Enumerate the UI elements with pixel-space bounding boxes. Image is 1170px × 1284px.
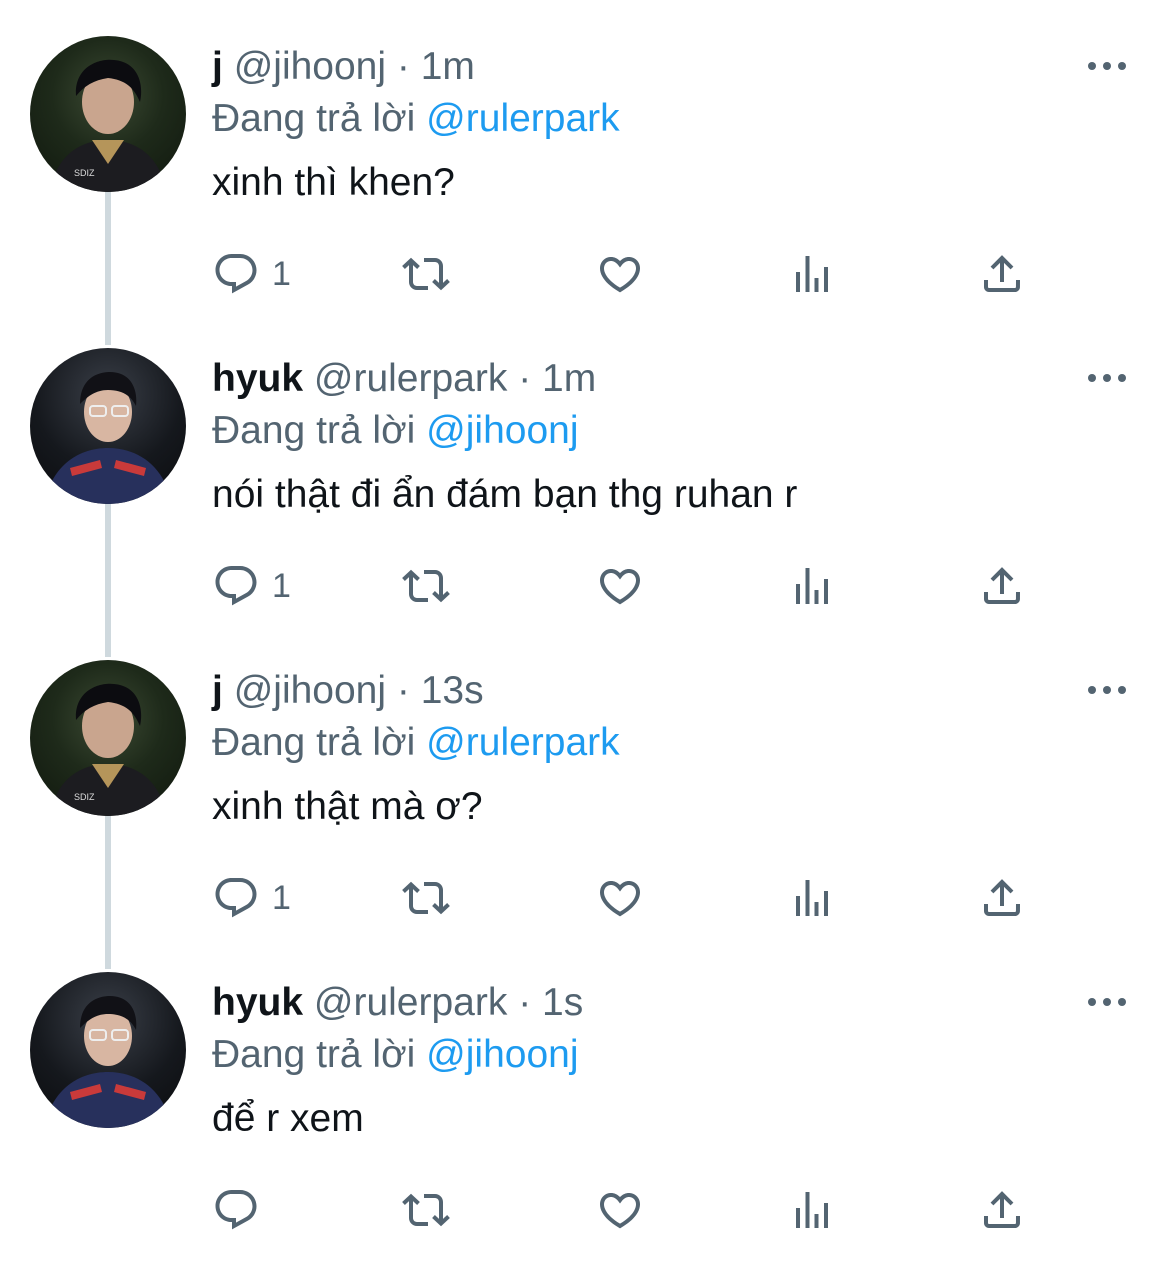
replying-to-label: Đang trả lời (212, 1033, 416, 1076)
tweet-header: j @jihoonj · 13s (212, 668, 484, 714)
share-button[interactable] (978, 244, 1026, 304)
reply-count: 1 (272, 254, 291, 293)
reply-count: 1 (272, 878, 291, 917)
share-button[interactable] (978, 556, 1026, 616)
svg-text:SDIZ: SDIZ (74, 168, 95, 178)
tweet-text: để r xem (212, 1097, 364, 1140)
views-icon (788, 562, 836, 610)
replying-to: Đang trả lời @jihoonj (212, 1032, 579, 1078)
mention-link[interactable]: @jihoonj (426, 1033, 578, 1076)
more-button[interactable] (1086, 56, 1128, 76)
share-button[interactable] (978, 1180, 1026, 1240)
more-icon (1088, 374, 1126, 382)
heart-icon (596, 250, 644, 298)
views-icon (788, 250, 836, 298)
retweet-icon (402, 1186, 450, 1234)
retweet-button[interactable] (402, 556, 450, 616)
more-icon (1088, 998, 1126, 1006)
reply-icon (212, 874, 260, 922)
reply-button[interactable]: 1 (212, 556, 291, 616)
retweet-button[interactable] (402, 1180, 450, 1240)
share-icon (978, 250, 1026, 298)
timestamp[interactable]: · 1m (397, 45, 475, 88)
views-button[interactable] (788, 556, 836, 616)
tweet-header: hyuk @rulerpark · 1s (212, 980, 583, 1026)
reply-icon (212, 562, 260, 610)
tweet[interactable]: SDIZ j @jihoonj · 13s Đang trả lời @rule… (0, 660, 1170, 972)
timestamp[interactable]: · 1m (518, 357, 596, 400)
user-handle[interactable]: @rulerpark (314, 357, 507, 400)
timestamp[interactable]: · 13s (397, 669, 484, 712)
avatar[interactable] (30, 348, 186, 504)
more-button[interactable] (1086, 680, 1128, 700)
reply-icon (212, 1186, 260, 1234)
retweet-icon (402, 250, 450, 298)
mention-link[interactable]: @rulerpark (426, 721, 619, 764)
more-button[interactable] (1086, 992, 1128, 1012)
timestamp[interactable]: · 1s (518, 981, 583, 1024)
mention-link[interactable]: @jihoonj (426, 409, 578, 452)
like-button[interactable] (596, 556, 644, 616)
more-icon (1088, 686, 1126, 694)
user-handle[interactable]: @jihoonj (234, 669, 386, 712)
display-name[interactable]: j (212, 45, 223, 88)
replying-to: Đang trả lời @rulerpark (212, 720, 620, 766)
views-button[interactable] (788, 244, 836, 304)
user-handle[interactable]: @jihoonj (234, 45, 386, 88)
action-bar (212, 1180, 1052, 1240)
reply-button[interactable] (212, 1180, 272, 1240)
display-name[interactable]: j (212, 669, 223, 712)
action-bar: 1 (212, 244, 1052, 304)
replying-to: Đang trả lời @rulerpark (212, 96, 620, 142)
display-name[interactable]: hyuk (212, 357, 303, 400)
share-icon (978, 1186, 1026, 1234)
retweet-icon (402, 562, 450, 610)
retweet-button[interactable] (402, 244, 450, 304)
heart-icon (596, 874, 644, 922)
tweet-header: j @jihoonj · 1m (212, 44, 475, 90)
views-button[interactable] (788, 1180, 836, 1240)
tweet-header: hyuk @rulerpark · 1m (212, 356, 596, 402)
action-bar: 1 (212, 556, 1052, 616)
replying-to-label: Đang trả lời (212, 409, 416, 452)
avatar[interactable]: SDIZ (30, 36, 186, 192)
views-icon (788, 874, 836, 922)
avatar[interactable]: SDIZ (30, 660, 186, 816)
replying-to: Đang trả lời @jihoonj (212, 408, 579, 454)
heart-icon (596, 562, 644, 610)
user-handle[interactable]: @rulerpark (314, 981, 507, 1024)
tweet-text: nói thật đi ẩn đám bạn thg ruhan r (212, 473, 798, 516)
views-icon (788, 1186, 836, 1234)
share-icon (978, 562, 1026, 610)
tweet[interactable]: SDIZ j @jihoonj · 1m Đang trả lời @ruler… (0, 36, 1170, 348)
more-button[interactable] (1086, 368, 1128, 388)
reply-count: 1 (272, 566, 291, 605)
like-button[interactable] (596, 244, 644, 304)
heart-icon (596, 1186, 644, 1234)
replying-to-label: Đang trả lời (212, 721, 416, 764)
views-button[interactable] (788, 868, 836, 928)
avatar[interactable] (30, 972, 186, 1128)
like-button[interactable] (596, 1180, 644, 1240)
svg-text:SDIZ: SDIZ (74, 792, 95, 802)
mention-link[interactable]: @rulerpark (426, 97, 619, 140)
action-bar: 1 (212, 868, 1052, 928)
tweet-text: xinh thì khen? (212, 161, 455, 204)
like-button[interactable] (596, 868, 644, 928)
replying-to-label: Đang trả lời (212, 97, 416, 140)
share-icon (978, 874, 1026, 922)
more-icon (1088, 62, 1126, 70)
retweet-button[interactable] (402, 868, 450, 928)
reply-button[interactable]: 1 (212, 244, 291, 304)
reply-button[interactable]: 1 (212, 868, 291, 928)
tweet-text: xinh thật mà ơ? (212, 785, 483, 828)
tweet[interactable]: hyuk @rulerpark · 1s Đang trả lời @jihoo… (0, 972, 1170, 1284)
share-button[interactable] (978, 868, 1026, 928)
reply-icon (212, 250, 260, 298)
tweet[interactable]: hyuk @rulerpark · 1m Đang trả lời @jihoo… (0, 348, 1170, 660)
retweet-icon (402, 874, 450, 922)
display-name[interactable]: hyuk (212, 981, 303, 1024)
